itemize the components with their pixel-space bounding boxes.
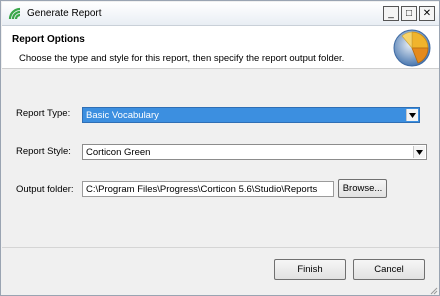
maximize-icon: □ — [405, 7, 413, 19]
minimize-icon: _ — [388, 7, 394, 19]
report-type-dropdown[interactable]: Basic Vocabulary — [82, 107, 420, 123]
report-style-label: Report Style: — [16, 146, 71, 157]
resize-grip-icon[interactable] — [429, 286, 438, 295]
finish-button-label: Finish — [297, 264, 323, 275]
cancel-button-label: Cancel — [374, 264, 404, 275]
browse-button[interactable]: Browse... — [338, 179, 387, 198]
close-button[interactable]: ✕ — [419, 6, 435, 21]
output-folder-label: Output folder: — [16, 184, 74, 195]
dialog-header: Report Options Choose the type and style… — [2, 26, 439, 69]
report-style-dropdown[interactable]: Corticon Green — [82, 144, 427, 160]
pie-chart-icon — [393, 29, 431, 67]
close-icon: ✕ — [422, 7, 432, 19]
window-title: Generate Report — [27, 8, 102, 19]
header-description: Choose the type and style for this repor… — [19, 53, 345, 64]
report-type-label: Report Type: — [16, 108, 71, 119]
footer-divider — [2, 247, 439, 248]
report-style-value: Corticon Green — [86, 147, 151, 158]
chevron-down-icon[interactable] — [406, 109, 418, 121]
header-title: Report Options — [12, 34, 85, 45]
browse-button-label: Browse... — [342, 183, 383, 194]
title-bar[interactable]: Generate Report _ □ ✕ — [2, 2, 439, 26]
output-folder-field[interactable] — [82, 181, 334, 197]
generate-report-dialog: Generate Report _ □ ✕ Report Options Cho… — [0, 0, 440, 296]
maximize-button[interactable]: □ — [401, 6, 417, 21]
minimize-button[interactable]: _ — [383, 6, 399, 21]
output-folder-input[interactable] — [83, 182, 333, 196]
cancel-button[interactable]: Cancel — [353, 259, 425, 280]
chevron-down-icon[interactable] — [413, 146, 425, 158]
corticon-app-icon — [8, 7, 21, 20]
report-type-value: Basic Vocabulary — [86, 110, 159, 121]
finish-button[interactable]: Finish — [274, 259, 346, 280]
